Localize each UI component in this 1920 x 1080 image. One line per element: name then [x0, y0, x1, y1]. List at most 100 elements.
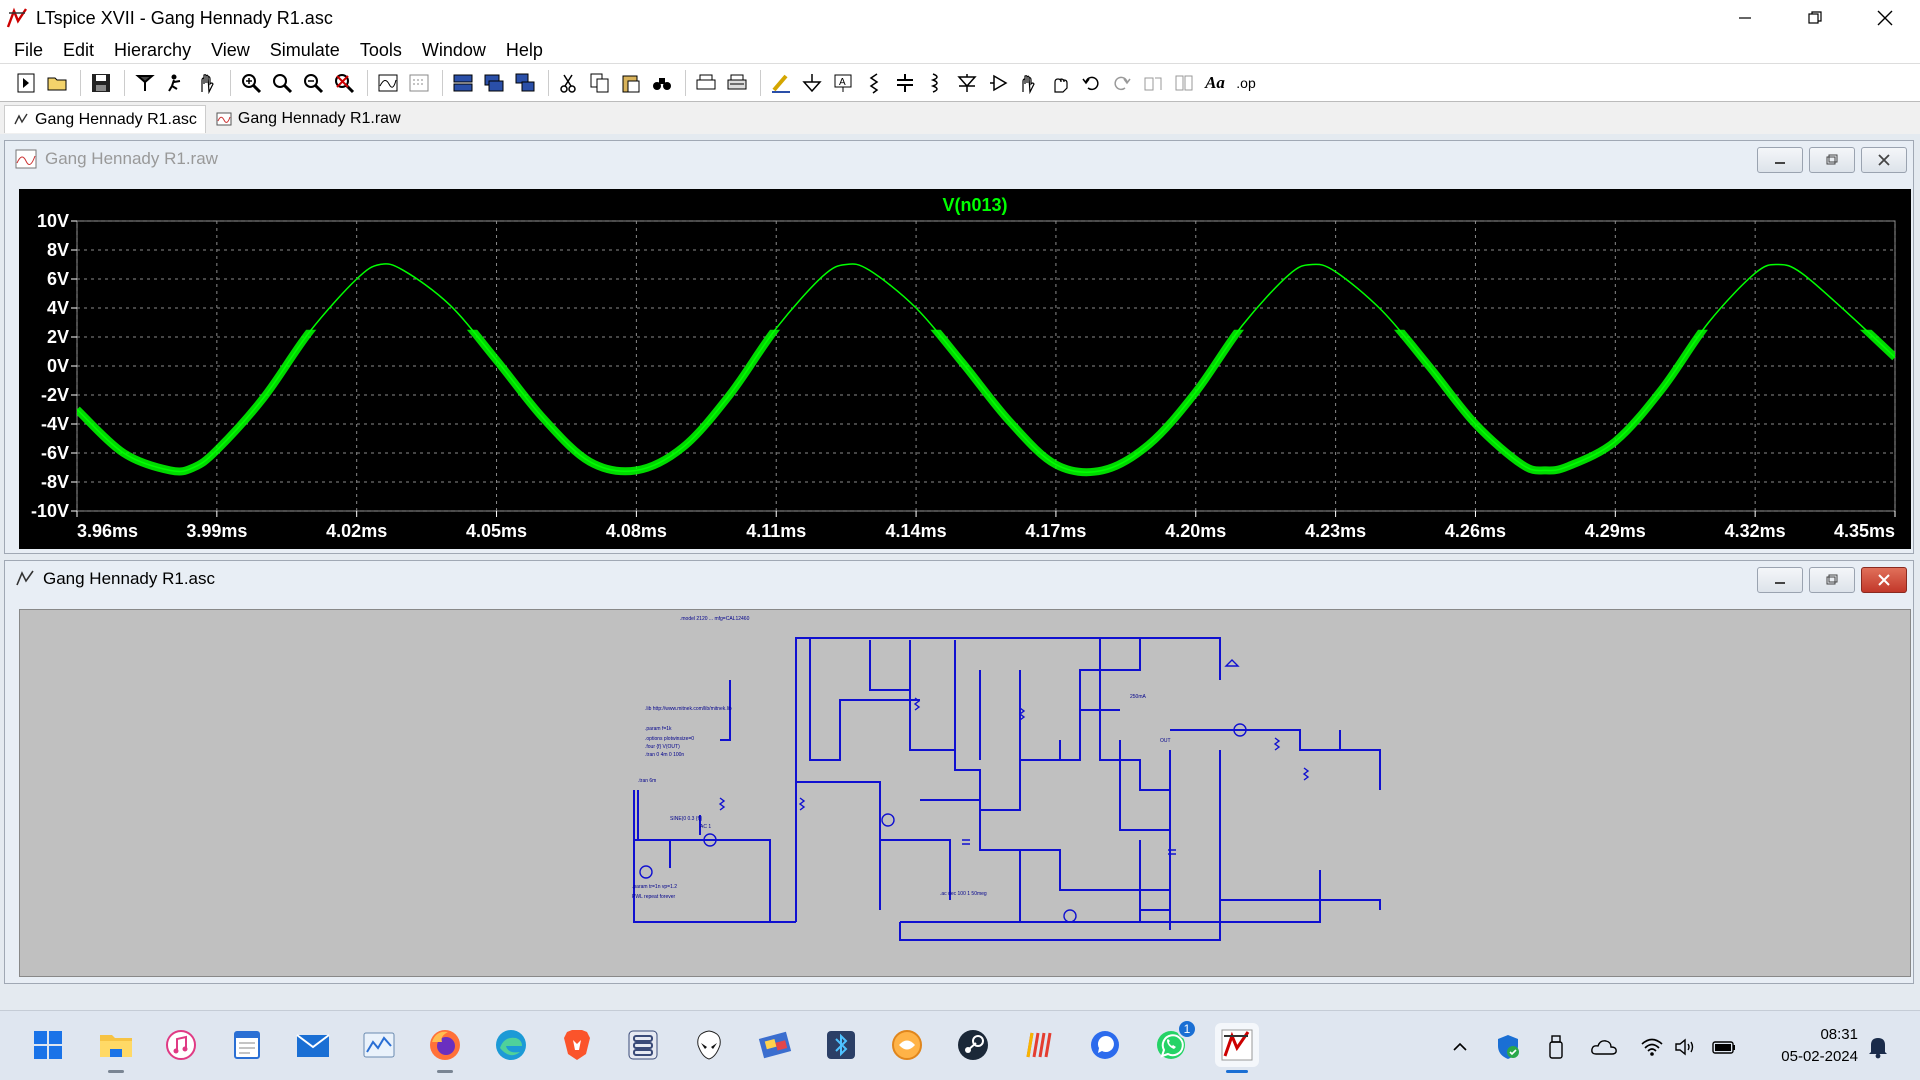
resistor-button[interactable] [860, 69, 888, 97]
schematic-window-titlebar[interactable]: Gang Hennady R1.asc [5, 561, 1913, 597]
print-button[interactable] [692, 69, 720, 97]
schematic-restore-button[interactable] [1809, 567, 1855, 593]
undo-button[interactable] [1077, 69, 1105, 97]
taskbar-whatsapp[interactable]: 1 [1149, 1019, 1197, 1067]
paste-button[interactable] [617, 69, 645, 97]
find-button[interactable] [648, 69, 676, 97]
plot-window-titlebar[interactable]: Gang Hennady R1.raw [5, 141, 1913, 177]
diode-button[interactable] [953, 69, 981, 97]
tray-overflow-button[interactable] [1446, 1033, 1474, 1061]
menu-view[interactable]: View [201, 36, 260, 64]
move-button[interactable] [1015, 69, 1043, 97]
spice-directive-button[interactable]: .op [1232, 69, 1260, 97]
cut-icon [560, 74, 576, 93]
x-tick-label: 4.20ms [1165, 521, 1226, 541]
control-panel-button[interactable] [131, 69, 159, 97]
mirror-button[interactable] [1170, 69, 1198, 97]
taskbar-ltspice[interactable] [1215, 1023, 1259, 1073]
taskbar-notepad[interactable] [225, 1023, 269, 1067]
trace-label[interactable]: V(n013) [942, 195, 1007, 215]
menu-hierarchy[interactable]: Hierarchy [104, 36, 201, 64]
taskbar-signal[interactable] [1083, 1023, 1127, 1067]
start-button[interactable] [26, 1023, 70, 1067]
tray-onedrive[interactable] [1590, 1033, 1618, 1061]
mirror-icon [1175, 75, 1193, 90]
tab-waveform[interactable]: Gang Hennady R1.raw [208, 105, 409, 133]
taskbar-app-circle[interactable] [885, 1023, 929, 1067]
halt-button[interactable] [193, 69, 221, 97]
cascade-button[interactable] [511, 69, 539, 97]
tray-defender[interactable] [1494, 1033, 1522, 1061]
capacitor-button[interactable] [891, 69, 919, 97]
defender-icon [1498, 1035, 1519, 1059]
mark-unref-button[interactable] [405, 69, 433, 97]
minimize-button[interactable] [1710, 0, 1780, 36]
tray-volume[interactable] [1672, 1033, 1700, 1061]
cut-button[interactable] [555, 69, 583, 97]
taskbar-edge[interactable] [489, 1023, 533, 1067]
zoom-in-button[interactable] [237, 69, 265, 97]
zoom-out-icon [273, 73, 293, 93]
zoom-cancel-icon [335, 73, 355, 93]
menu-edit[interactable]: Edit [53, 36, 104, 64]
plot-close-button[interactable] [1861, 147, 1907, 173]
close-button[interactable] [1850, 0, 1920, 36]
inductor-button[interactable] [922, 69, 950, 97]
drag-button[interactable] [1046, 69, 1074, 97]
taskbar-tools[interactable] [753, 1023, 797, 1067]
draw-wire-button[interactable] [767, 69, 795, 97]
redo-button[interactable] [1108, 69, 1136, 97]
zoom-fit-button[interactable] [299, 69, 327, 97]
volume-icon [1675, 1038, 1694, 1056]
label-net-button[interactable]: A [829, 69, 857, 97]
save-button[interactable] [87, 69, 115, 97]
ground-button[interactable] [798, 69, 826, 97]
taskbar-steam[interactable] [951, 1023, 995, 1067]
restore-button[interactable] [1780, 0, 1850, 36]
title-bar: LTspice XVII - Gang Hennady R1.asc [0, 0, 1920, 36]
autorange-button[interactable] [374, 69, 402, 97]
schematic-minimize-button[interactable] [1757, 567, 1803, 593]
menu-simulate[interactable]: Simulate [260, 36, 350, 64]
taskbar-bluetooth[interactable] [819, 1023, 863, 1067]
notification-button[interactable] [1864, 1033, 1892, 1061]
plot-restore-button[interactable] [1809, 147, 1855, 173]
schematic-close-button[interactable] [1861, 567, 1907, 593]
taskbar-mail[interactable] [291, 1023, 335, 1067]
run-button[interactable] [162, 69, 190, 97]
taskbar-clock[interactable]: 08:31 05-02-2024 [1781, 1024, 1858, 1068]
tab-schematic[interactable]: Gang Hennady R1.asc [4, 105, 206, 133]
print-setup-button[interactable] [723, 69, 751, 97]
close-icon [1878, 574, 1890, 586]
component-button[interactable] [984, 69, 1012, 97]
text-button[interactable]: Aa [1201, 69, 1229, 97]
zoom-out-button[interactable] [268, 69, 296, 97]
rotate-button[interactable] [1139, 69, 1167, 97]
new-schematic-button[interactable] [12, 69, 40, 97]
zoom-cancel-button[interactable] [330, 69, 358, 97]
taskbar-file-explorer[interactable] [94, 1023, 138, 1073]
tray-usb[interactable] [1542, 1033, 1570, 1061]
taskbar-brave[interactable] [555, 1023, 599, 1067]
taskbar-music-bars[interactable] [1017, 1023, 1061, 1067]
tray-wifi[interactable] [1638, 1033, 1666, 1061]
taskbar-firefox[interactable] [423, 1023, 467, 1073]
tile-horizontal-button[interactable] [449, 69, 477, 97]
taskbar-itunes[interactable] [159, 1023, 203, 1067]
tile-vertical-button[interactable] [480, 69, 508, 97]
taskbar-stocks[interactable] [357, 1023, 401, 1067]
taskbar-app-stack[interactable] [621, 1023, 665, 1067]
menu-tools[interactable]: Tools [350, 36, 412, 64]
open-button[interactable] [43, 69, 71, 97]
schematic-canvas[interactable]: .model 2120 ... mfg=CAL12460 .lib http:/… [19, 609, 1911, 977]
plot-minimize-button[interactable] [1757, 147, 1803, 173]
itunes-icon [166, 1030, 196, 1060]
menu-file[interactable]: File [4, 36, 53, 64]
tray-battery[interactable] [1710, 1033, 1738, 1061]
taskbar-alien[interactable] [687, 1023, 731, 1067]
mail-icon [296, 1034, 330, 1057]
menu-window[interactable]: Window [412, 36, 496, 64]
menu-help[interactable]: Help [496, 36, 553, 64]
copy-button[interactable] [586, 69, 614, 97]
waveform-plot[interactable]: 10V 8V 6V 4V 2V 0V -2V -4V -6V -8V -10V 3.96ms 3.99… [19, 189, 1911, 549]
